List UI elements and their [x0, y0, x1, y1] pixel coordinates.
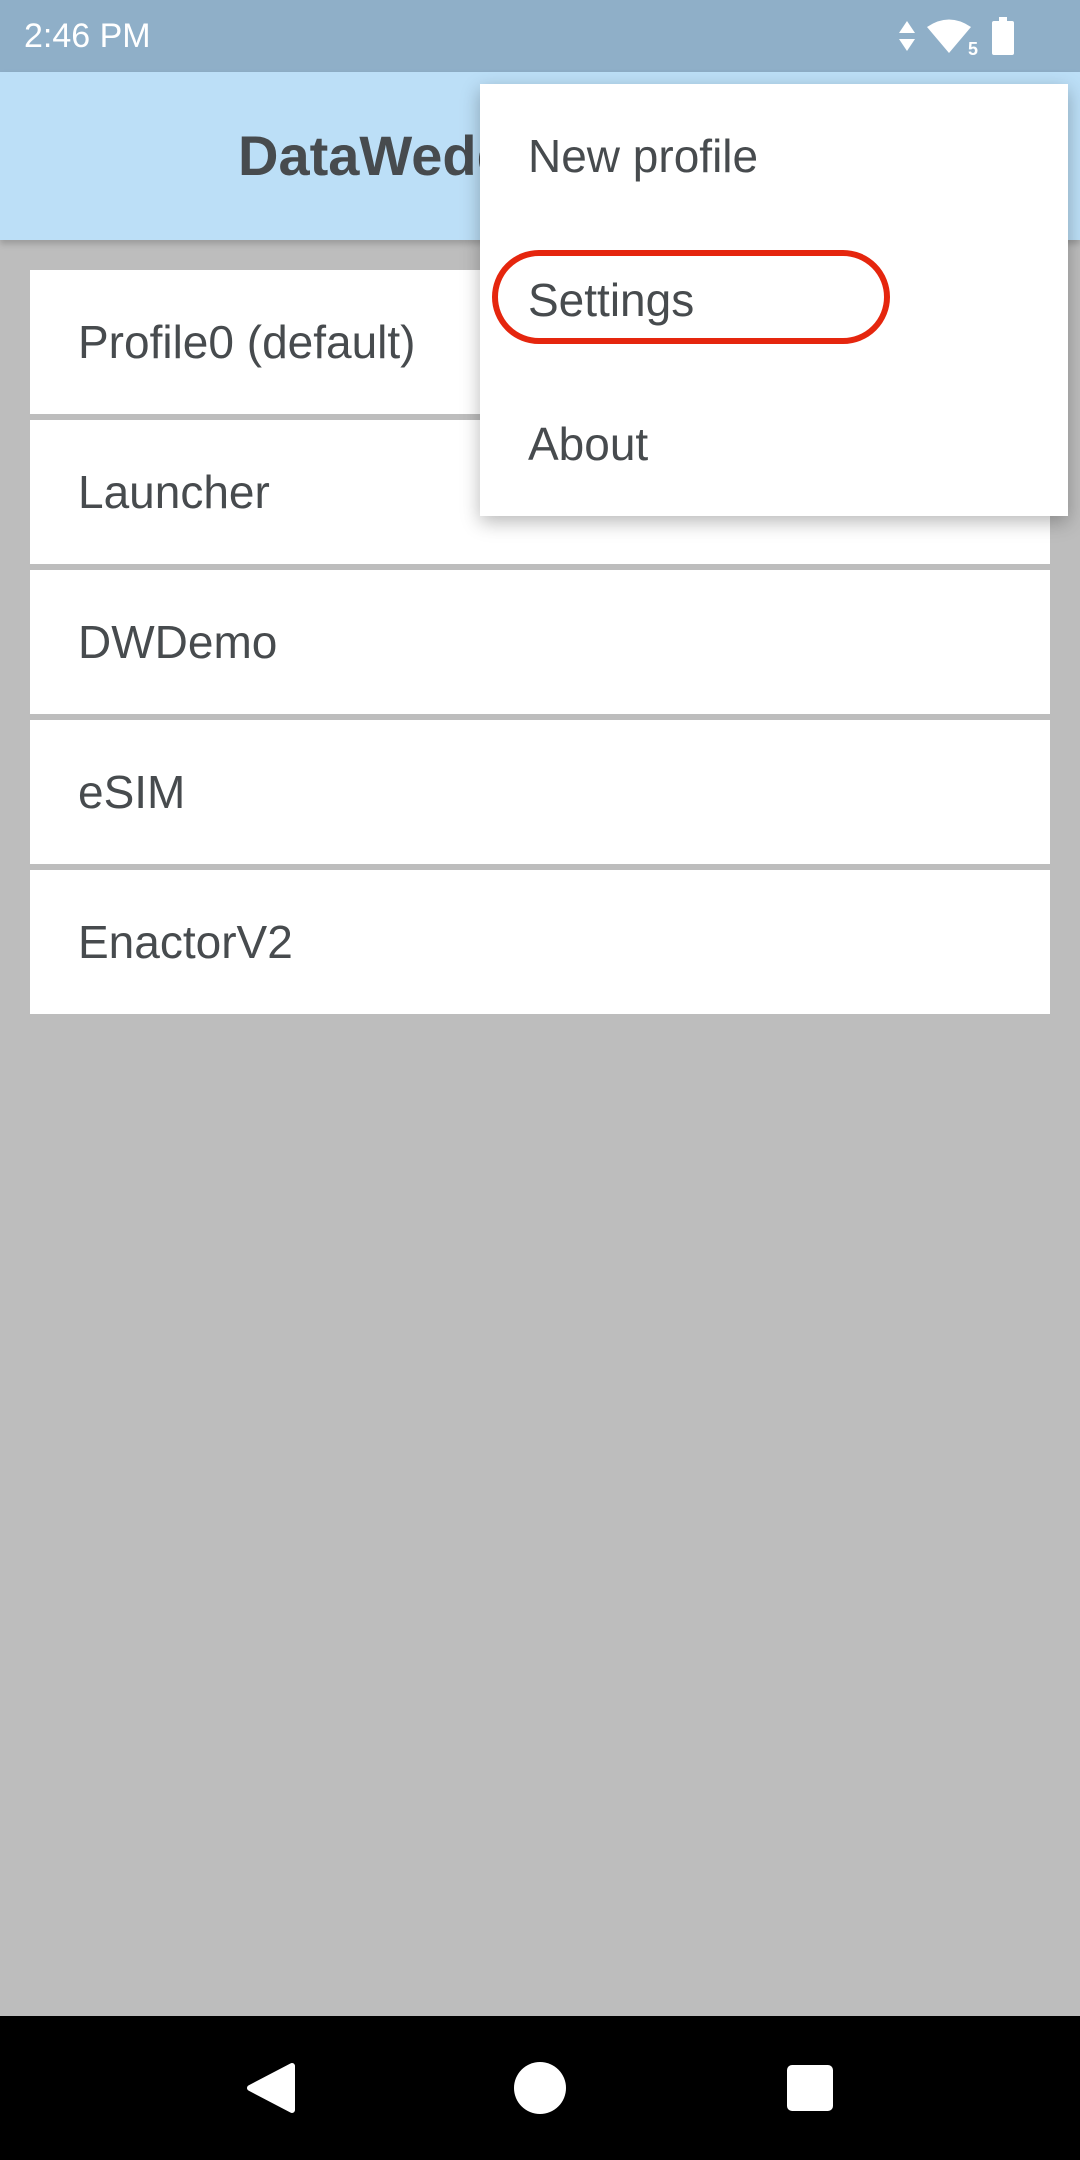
- wifi-icon: 5: [926, 18, 978, 58]
- menu-item-new-profile[interactable]: New profile: [480, 84, 1068, 228]
- battery-icon: [992, 17, 1014, 55]
- data-arrows-icon: [898, 19, 916, 53]
- overflow-menu: New profile Settings About: [480, 84, 1068, 516]
- status-icons: 5: [898, 14, 1014, 58]
- menu-item-settings[interactable]: Settings: [480, 228, 1068, 372]
- back-icon: [242, 2060, 298, 2116]
- menu-item-about[interactable]: About: [480, 372, 1068, 516]
- recents-icon: [785, 2063, 835, 2113]
- navigation-bar: [0, 2016, 1080, 2160]
- home-icon: [512, 2060, 568, 2116]
- list-item-profile[interactable]: eSIM: [30, 720, 1050, 864]
- back-button[interactable]: [228, 2046, 312, 2130]
- list-item-profile[interactable]: DWDemo: [30, 570, 1050, 714]
- home-button[interactable]: [498, 2046, 582, 2130]
- wifi-badge: 5: [967, 39, 978, 59]
- status-time: 2:46 PM: [24, 17, 151, 55]
- recents-button[interactable]: [768, 2046, 852, 2130]
- list-item-profile[interactable]: EnactorV2: [30, 870, 1050, 1014]
- status-bar: 2:46 PM 5: [0, 0, 1080, 72]
